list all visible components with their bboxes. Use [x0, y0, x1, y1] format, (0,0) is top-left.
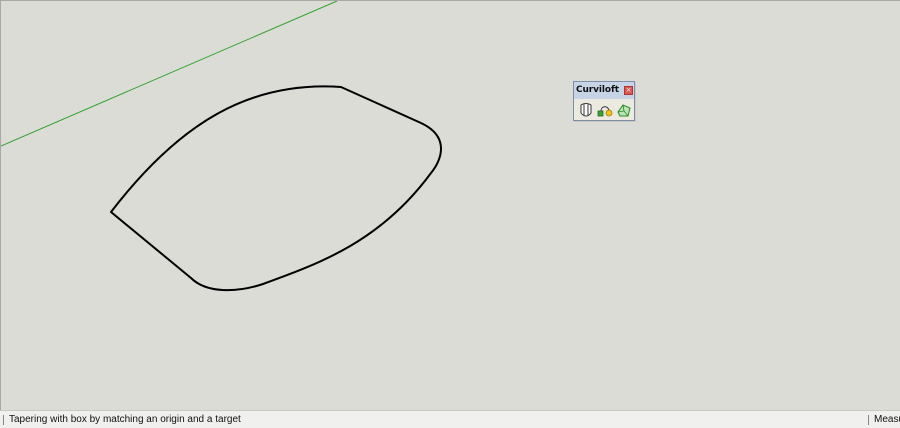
curviloft-toolbar[interactable]: Curviloft ×	[573, 81, 635, 121]
closed-curve[interactable]	[110, 85, 442, 292]
measurements-label: Measurements	[874, 414, 900, 425]
skinning-contours-icon[interactable]	[615, 102, 633, 119]
model-canvas	[1, 1, 442, 292]
drawing-viewport[interactable]: Curviloft ×	[0, 0, 900, 410]
status-separator	[868, 415, 869, 425]
toolbar-titlebar[interactable]: Curviloft ×	[574, 82, 634, 99]
close-icon[interactable]: ×	[624, 86, 633, 95]
status-bar: Tapering with box by matching an origin …	[0, 410, 900, 428]
green-axis	[1, 1, 338, 147]
toolbar-title: Curviloft	[576, 85, 619, 95]
status-separator	[3, 415, 4, 425]
status-message: Tapering with box by matching an origin …	[9, 414, 241, 425]
loft-by-spline-icon[interactable]	[577, 102, 595, 119]
loft-along-path-icon[interactable]	[596, 102, 614, 119]
